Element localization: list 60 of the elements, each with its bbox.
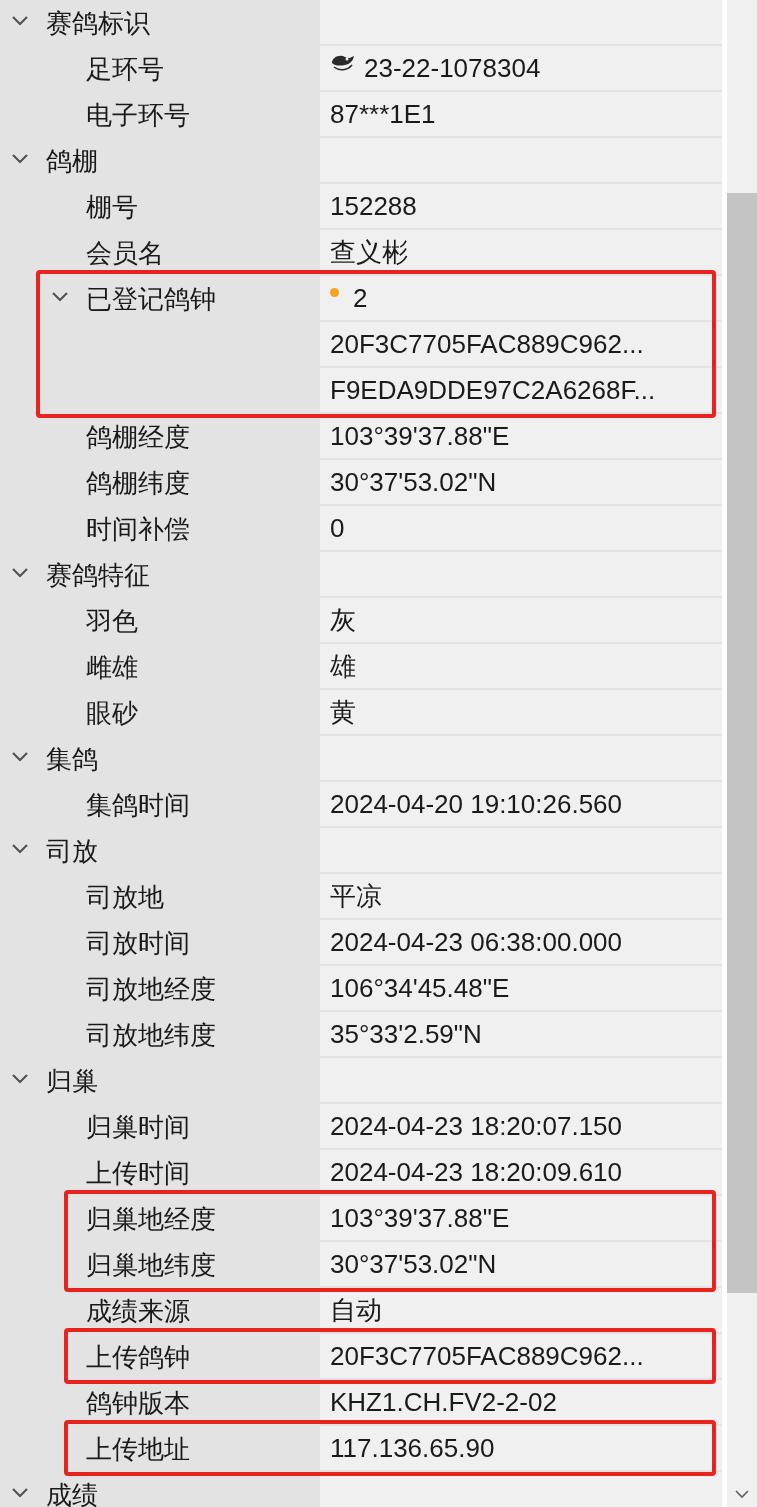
property-label: 上传鸽钟 [86, 1340, 190, 1374]
scrollbar-thumb[interactable] [727, 193, 757, 1293]
scroll-down-icon[interactable] [735, 1490, 749, 1499]
property-label: 司放地 [86, 880, 164, 914]
property-label: 归巢地经度 [86, 1202, 216, 1236]
property-label: 会员名 [86, 236, 164, 270]
property-label: 雌雄 [86, 650, 138, 684]
property-label: 归巢地纬度 [86, 1248, 216, 1282]
property-value: 2024-04-20 19:10:26.560 [330, 787, 623, 821]
property-value: KHZ1.CH.FV2-2-02 [330, 1385, 557, 1419]
property-value: 平凉 [330, 879, 382, 913]
category-label: 赛鸽特征 [46, 558, 150, 592]
property-value: 23-22-1078304 [364, 51, 541, 85]
category-label: 集鸽 [46, 742, 98, 776]
property-label: 司放时间 [86, 926, 190, 960]
property-value: 117.136.65.90 [330, 1431, 495, 1465]
property-value: 35°33'2.59"N [330, 1017, 482, 1051]
property-value: 106°34'45.48"E [330, 971, 510, 1005]
category-label: 归巢 [46, 1064, 98, 1098]
property-value: 黄 [330, 695, 356, 729]
property-value: 灰 [330, 603, 356, 637]
property-label: 棚号 [86, 190, 138, 224]
property-value: 20F3C7705FAC889C962... [330, 327, 644, 361]
property-label: 羽色 [86, 604, 138, 638]
category-label: 司放 [46, 834, 98, 868]
property-value: 2024-04-23 18:20:09.610 [330, 1155, 623, 1189]
category-label: 赛鸽标识 [46, 6, 150, 40]
property-value: 152288 [330, 189, 417, 223]
property-label: 集鸽时间 [86, 788, 190, 822]
property-label: 鸽棚纬度 [86, 466, 190, 500]
property-label: 司放地纬度 [86, 1018, 216, 1052]
property-value: 87***1E1 [330, 97, 436, 131]
property-label: 足环号 [86, 52, 164, 86]
property-label: 时间补偿 [86, 512, 190, 546]
property-label: 成绩来源 [86, 1294, 190, 1328]
bird-icon [330, 53, 356, 73]
property-value: 查义彬 [330, 235, 408, 269]
category-label: 成绩 [46, 1478, 98, 1507]
property-value: 2 [353, 281, 368, 315]
property-value: F9EDA9DDE97C2A6268F... [330, 373, 656, 407]
property-value: 30°37'53.02"N [330, 465, 497, 499]
property-value: 103°39'37.88"E [330, 1201, 510, 1235]
property-value: 自动 [330, 1293, 382, 1327]
property-value: 2024-04-23 06:38:00.000 [330, 925, 623, 959]
property-value: 雄 [330, 649, 356, 683]
property-label: 电子环号 [86, 98, 190, 132]
property-label: 上传时间 [86, 1156, 190, 1190]
property-label: 归巢时间 [86, 1110, 190, 1144]
property-value: 0 [330, 511, 345, 545]
category-label: 鸽棚 [46, 144, 98, 178]
property-label: 上传地址 [86, 1432, 190, 1466]
property-label: 司放地经度 [86, 972, 216, 1006]
property-value: 2024-04-23 18:20:07.150 [330, 1109, 623, 1143]
property-label: 鸽棚经度 [86, 420, 190, 454]
property-label: 鸽钟版本 [86, 1386, 190, 1420]
property-label: 眼砂 [86, 696, 138, 730]
property-value: 103°39'37.88"E [330, 419, 510, 453]
property-value: 20F3C7705FAC889C962... [330, 1339, 644, 1373]
property-value: 30°37'53.02"N [330, 1247, 497, 1281]
property-label: 已登记鸽钟 [86, 282, 216, 316]
